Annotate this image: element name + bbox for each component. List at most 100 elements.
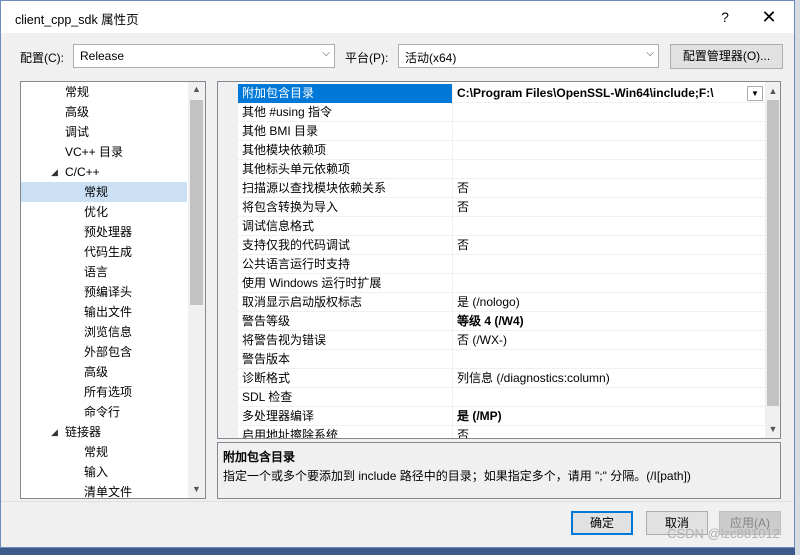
- ok-button[interactable]: 确定: [571, 511, 633, 535]
- configuration-select[interactable]: Release ⌵: [73, 44, 335, 68]
- description-title: 附加包含目录: [223, 450, 296, 464]
- property-row[interactable]: 其他 BMI 目录: [238, 122, 765, 141]
- property-row[interactable]: 调试信息格式: [238, 217, 765, 236]
- property-value[interactable]: 否 (/WX-): [454, 331, 765, 350]
- property-value[interactable]: [454, 141, 765, 160]
- scroll-up-icon[interactable]: ▲: [765, 86, 780, 96]
- tree-item-linker-input[interactable]: 输入: [84, 462, 108, 482]
- tree-item-cpp-advanced[interactable]: 高级: [84, 362, 108, 382]
- property-row[interactable]: 附加包含目录 C:\Program Files\OpenSSL-Win64\in…: [238, 84, 765, 103]
- tree-item-advanced[interactable]: 高级: [65, 102, 89, 122]
- property-row[interactable]: 启用地址擦除系统 否: [238, 426, 765, 438]
- window-title: client_cpp_sdk 属性页: [15, 13, 139, 27]
- property-value[interactable]: 列信息 (/diagnostics:column): [454, 369, 765, 388]
- property-row[interactable]: 其他标头单元依赖项: [238, 160, 765, 179]
- property-value[interactable]: 是 (/MP): [454, 407, 765, 426]
- tree-item-language[interactable]: 语言: [84, 262, 108, 282]
- platform-value: 活动(x64): [405, 51, 457, 65]
- tree-item-manifest-file[interactable]: 清单文件: [84, 482, 132, 498]
- close-button[interactable]: ✕: [757, 5, 781, 29]
- tree-item-browse-information[interactable]: 浏览信息: [84, 322, 132, 342]
- tree-item-output-files[interactable]: 输出文件: [84, 302, 132, 322]
- property-row[interactable]: SDL 检查: [238, 388, 765, 407]
- grid-scrollbar[interactable]: ▲ ▼: [765, 82, 780, 438]
- property-row[interactable]: 诊断格式 列信息 (/diagnostics:column): [238, 369, 765, 388]
- property-value[interactable]: C:\Program Files\OpenSSL-Win64\include;F…: [454, 84, 765, 103]
- expanded-triangle-icon[interactable]: ◢: [51, 427, 58, 438]
- grid-gutter: [218, 82, 238, 438]
- property-name: 取消显示启动版权标志: [238, 293, 453, 312]
- tree-item-cpp[interactable]: C/C++: [65, 162, 100, 182]
- property-row[interactable]: 警告版本: [238, 350, 765, 369]
- chevron-down-icon: ⌵: [646, 48, 654, 59]
- property-value[interactable]: [454, 350, 765, 369]
- property-value[interactable]: 是 (/nologo): [454, 293, 765, 312]
- property-name: SDL 检查: [238, 388, 453, 407]
- tree-item-linker-general[interactable]: 常规: [84, 442, 108, 462]
- description-panel: 附加包含目录 指定一个或多个要添加到 include 路径中的目录；如果指定多个…: [217, 442, 781, 499]
- tree-item-preprocessor[interactable]: 预处理器: [84, 222, 132, 242]
- property-name: 将警告视为错误: [238, 331, 453, 350]
- property-name: 其他标头单元依赖项: [238, 160, 453, 179]
- property-row[interactable]: 其他 #using 指令: [238, 103, 765, 122]
- platform-select[interactable]: 活动(x64) ⌵: [398, 44, 659, 68]
- property-value[interactable]: [454, 122, 765, 141]
- tree-item-optimization[interactable]: 优化: [84, 202, 108, 222]
- tree-item-general[interactable]: 常规: [65, 82, 89, 102]
- title-bar: client_cpp_sdk 属性页 ? ✕: [1, 1, 794, 33]
- property-row[interactable]: 多处理器编译 是 (/MP): [238, 407, 765, 426]
- property-name: 多处理器编译: [238, 407, 453, 426]
- property-name: 其他 #using 指令: [238, 103, 453, 122]
- scroll-down-icon[interactable]: ▼: [188, 484, 205, 494]
- property-value[interactable]: 否: [454, 236, 765, 255]
- tree-item-vc-directories[interactable]: VC++ 目录: [65, 142, 123, 162]
- scroll-up-icon[interactable]: ▲: [188, 84, 205, 94]
- property-value[interactable]: 否: [454, 426, 765, 438]
- platform-label: 平台(P):: [345, 51, 389, 65]
- property-name: 其他模块依赖项: [238, 141, 453, 160]
- property-row[interactable]: 使用 Windows 运行时扩展: [238, 274, 765, 293]
- tree-item-command-line[interactable]: 命令行: [84, 402, 120, 422]
- property-value[interactable]: 否: [454, 179, 765, 198]
- tree-item-debugging[interactable]: 调试: [65, 122, 89, 142]
- help-button[interactable]: ?: [713, 5, 737, 29]
- expanded-triangle-icon[interactable]: ◢: [51, 167, 58, 178]
- property-value[interactable]: 等级 4 (/W4): [454, 312, 765, 331]
- chevron-down-icon: ⌵: [322, 48, 330, 59]
- property-value[interactable]: [454, 217, 765, 236]
- grid-scroll-thumb[interactable]: [767, 100, 779, 406]
- configuration-manager-button[interactable]: 配置管理器(O)...: [670, 44, 783, 69]
- property-name: 其他 BMI 目录: [238, 122, 453, 141]
- tree-item-cpp-general[interactable]: 常规: [21, 182, 187, 202]
- property-row[interactable]: 将警告视为错误 否 (/WX-): [238, 331, 765, 350]
- tree-item-all-options[interactable]: 所有选项: [84, 382, 132, 402]
- property-row[interactable]: 将包含转换为导入 否: [238, 198, 765, 217]
- property-value[interactable]: 否: [454, 198, 765, 217]
- property-value[interactable]: [454, 255, 765, 274]
- property-value[interactable]: [454, 274, 765, 293]
- property-tree[interactable]: 常规 高级 调试 VC++ 目录 ◢ C/C++ 常规 优化 预处理器 代码生成…: [20, 81, 206, 499]
- property-grid[interactable]: 附加包含目录 C:\Program Files\OpenSSL-Win64\in…: [217, 81, 781, 439]
- chevron-down-icon[interactable]: ▼: [747, 86, 763, 101]
- tree-scrollbar[interactable]: ▲ ▼: [188, 82, 205, 498]
- property-row[interactable]: 取消显示启动版权标志 是 (/nologo): [238, 293, 765, 312]
- property-value[interactable]: [454, 103, 765, 122]
- configuration-label: 配置(C):: [20, 51, 64, 65]
- property-value[interactable]: [454, 388, 765, 407]
- property-value[interactable]: [454, 160, 765, 179]
- tree-item-linker[interactable]: 链接器: [65, 422, 101, 442]
- property-name: 诊断格式: [238, 369, 453, 388]
- property-name: 公共语言运行时支持: [238, 255, 453, 274]
- configuration-value: Release: [80, 49, 125, 63]
- property-row[interactable]: 扫描源以查找模块依赖关系 否: [238, 179, 765, 198]
- tree-item-precompiled-headers[interactable]: 预编译头: [84, 282, 132, 302]
- tree-item-external-includes[interactable]: 外部包含: [84, 342, 132, 362]
- property-row[interactable]: 其他模块依赖项: [238, 141, 765, 160]
- tree-item-code-generation[interactable]: 代码生成: [84, 242, 132, 262]
- property-row[interactable]: 支持仅我的代码调试 否: [238, 236, 765, 255]
- scroll-down-icon[interactable]: ▼: [765, 424, 780, 434]
- tree-scroll-thumb[interactable]: [190, 100, 203, 305]
- property-row[interactable]: 警告等级 等级 4 (/W4): [238, 312, 765, 331]
- property-name: 附加包含目录: [238, 84, 453, 103]
- property-row[interactable]: 公共语言运行时支持: [238, 255, 765, 274]
